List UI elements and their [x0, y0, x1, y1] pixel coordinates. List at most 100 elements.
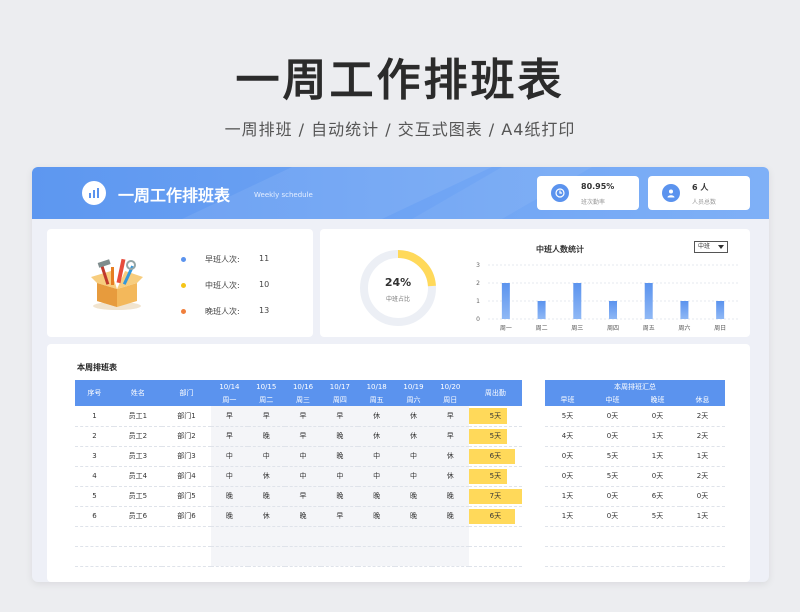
name-cell[interactable]: 员工4 — [113, 466, 162, 487]
empty-cell[interactable] — [75, 546, 114, 567]
shift-cell[interactable]: 晚 — [211, 506, 248, 527]
dept-cell[interactable]: 部门3 — [161, 446, 212, 467]
name-cell[interactable]: 员工2 — [113, 426, 162, 447]
headcount-card: 6 人 人员总数 — [648, 176, 750, 210]
shift-cell[interactable]: 早 — [321, 506, 359, 527]
name-cell[interactable]: 员工3 — [113, 446, 162, 467]
shift-cell[interactable]: 晚 — [321, 426, 359, 447]
shift-cell[interactable]: 早 — [431, 406, 469, 427]
dept-cell[interactable]: 部门5 — [161, 486, 212, 507]
empty-cell[interactable] — [247, 546, 285, 567]
empty-cell[interactable] — [358, 546, 396, 567]
shift-cell[interactable]: 休 — [358, 406, 396, 427]
shift-type-select[interactable]: 中班 — [694, 241, 728, 253]
legend-value: 11 — [259, 254, 270, 263]
x-tick-label: 周一 — [500, 325, 512, 332]
header-day: 周一 — [211, 393, 248, 406]
totals-row: 0天 5天 1天 1天 — [545, 446, 725, 467]
attendance-value: 5天 — [489, 432, 502, 440]
shift-cell[interactable]: 中 — [211, 446, 248, 467]
shift-cell[interactable]: 晚 — [321, 486, 359, 507]
shift-cell[interactable]: 休 — [247, 506, 285, 527]
donut-percent: 24% — [384, 276, 412, 289]
x-tick-label: 周六 — [678, 324, 690, 332]
empty-cell[interactable] — [395, 526, 432, 547]
empty-cell[interactable] — [468, 526, 522, 547]
shift-cell[interactable]: 休 — [358, 426, 396, 447]
dept-cell[interactable]: 部门4 — [161, 466, 212, 487]
shift-cell[interactable]: 晚 — [431, 486, 469, 507]
seq-cell[interactable]: 2 — [75, 426, 114, 447]
totals-cell: 2天 — [680, 426, 725, 447]
shift-cell[interactable]: 晚 — [247, 486, 285, 507]
shift-cell[interactable]: 早 — [431, 426, 469, 447]
name-cell[interactable]: 员工6 — [113, 506, 162, 527]
shift-cell[interactable]: 中 — [284, 466, 322, 487]
empty-cell[interactable] — [113, 526, 162, 547]
attendance-value: 6天 — [489, 452, 502, 460]
shift-cell[interactable]: 晚 — [321, 446, 359, 467]
chart-panel: 24% 中班占比 中班人数统计 中班 0 1 2 3 周一 周二 周三 周四 周五 周六 周日 — [320, 229, 750, 337]
shift-cell[interactable]: 中 — [395, 466, 432, 487]
empty-cell[interactable] — [284, 526, 322, 547]
shift-cell[interactable]: 晚 — [395, 486, 432, 507]
empty-cell[interactable] — [431, 546, 469, 567]
shift-cell[interactable]: 早 — [284, 486, 322, 507]
empty-cell[interactable] — [284, 546, 322, 567]
seq-cell[interactable]: 5 — [75, 486, 114, 507]
empty-cell[interactable] — [321, 526, 359, 547]
attendance-rate-label: 班次勤率 — [581, 199, 606, 206]
shift-cell[interactable]: 中 — [395, 446, 432, 467]
shift-cell[interactable]: 晚 — [431, 506, 469, 527]
x-tick-label: 周四 — [607, 325, 619, 332]
shift-cell[interactable]: 中 — [321, 466, 359, 487]
empty-cell[interactable] — [161, 546, 212, 567]
empty-cell[interactable] — [161, 526, 212, 547]
empty-cell[interactable] — [211, 546, 248, 567]
shift-cell[interactable]: 休 — [431, 446, 469, 467]
empty-cell[interactable] — [113, 546, 162, 567]
header-day: 周日 — [431, 393, 469, 406]
table-row: 2 员工2 部门2 早晚早晚休休早 5天 — [75, 426, 522, 447]
seq-cell[interactable]: 6 — [75, 506, 114, 527]
shift-cell[interactable]: 休 — [247, 466, 285, 487]
shift-cell[interactable]: 中 — [211, 466, 248, 487]
shift-cell[interactable]: 早 — [284, 426, 322, 447]
shift-cell[interactable]: 早 — [211, 406, 248, 427]
dept-cell[interactable]: 部门6 — [161, 506, 212, 527]
shift-cell[interactable]: 早 — [211, 426, 248, 447]
name-cell[interactable]: 员工5 — [113, 486, 162, 507]
empty-cell[interactable] — [358, 526, 396, 547]
seq-cell[interactable]: 3 — [75, 446, 114, 467]
empty-cell[interactable] — [431, 526, 469, 547]
shift-cell[interactable]: 晚 — [358, 486, 396, 507]
shift-cell[interactable]: 早 — [284, 406, 322, 427]
shift-cell[interactable]: 晚 — [211, 486, 248, 507]
empty-cell[interactable] — [468, 546, 522, 567]
shift-cell[interactable]: 中 — [358, 466, 396, 487]
empty-cell[interactable] — [395, 546, 432, 567]
empty-cell[interactable] — [247, 526, 285, 547]
shift-cell[interactable]: 休 — [395, 406, 432, 427]
shift-cell[interactable]: 晚 — [358, 506, 396, 527]
seq-cell[interactable]: 4 — [75, 466, 114, 487]
headcount-value: 6 人 — [692, 183, 709, 192]
shift-cell[interactable]: 中 — [284, 446, 322, 467]
shift-cell[interactable]: 早 — [247, 406, 285, 427]
shift-cell[interactable]: 休 — [431, 466, 469, 487]
empty-cell[interactable] — [321, 546, 359, 567]
name-cell[interactable]: 员工1 — [113, 406, 162, 427]
dept-cell[interactable]: 部门2 — [161, 426, 212, 447]
empty-cell[interactable] — [75, 526, 114, 547]
dept-cell[interactable]: 部门1 — [161, 406, 212, 427]
shift-cell[interactable]: 中 — [358, 446, 396, 467]
shift-cell[interactable]: 早 — [321, 406, 359, 427]
shift-cell[interactable]: 晚 — [284, 506, 322, 527]
shift-cell[interactable]: 中 — [247, 446, 285, 467]
seq-cell[interactable]: 1 — [75, 406, 114, 427]
shift-cell[interactable]: 晚 — [247, 426, 285, 447]
shift-cell[interactable]: 晚 — [395, 506, 432, 527]
late-shift-dot — [181, 309, 186, 314]
shift-cell[interactable]: 休 — [395, 426, 432, 447]
empty-cell[interactable] — [211, 526, 248, 547]
